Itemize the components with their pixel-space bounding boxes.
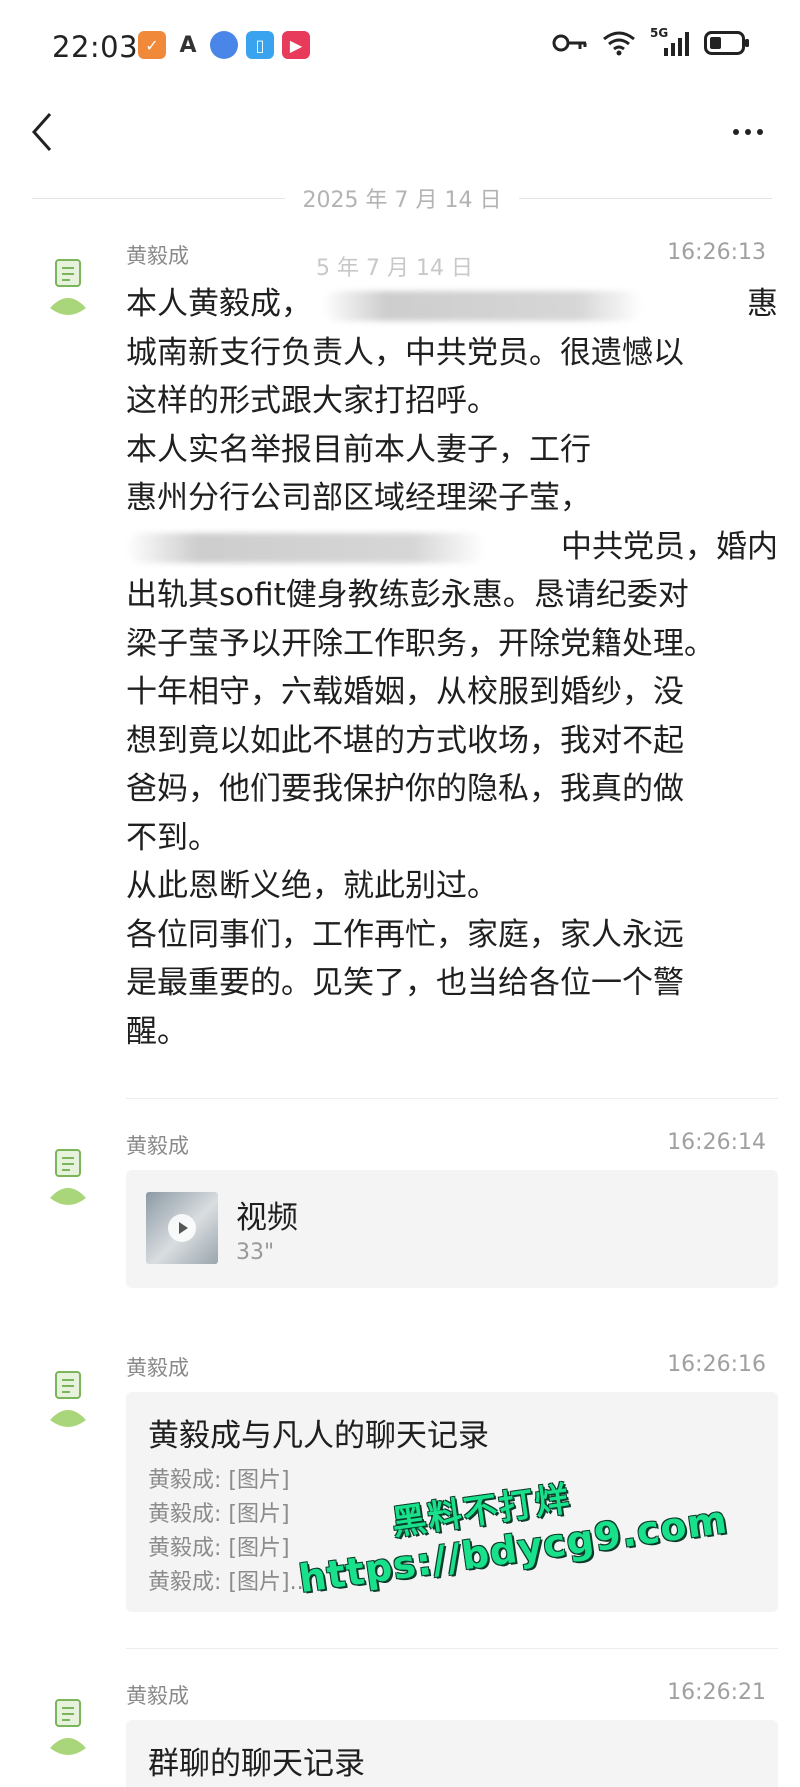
avatar[interactable] — [48, 1698, 88, 1768]
dot-icon — [733, 129, 739, 135]
chat-record-line: 黄毅成: [图片]... — [148, 1570, 311, 1595]
chat-record-title: 黄毅成与凡人的聊天记录 — [148, 1418, 489, 1454]
chevron-left-icon — [31, 113, 52, 151]
sender-name: 黄毅成 — [126, 1684, 189, 1708]
chat-record-card[interactable]: 群聊的聊天记录 — [126, 1720, 778, 1787]
date-label: 2025 年 7 月 14 日 — [302, 188, 502, 213]
message-line: 十年相守，六载婚姻，从校服到婚纱，没 — [126, 674, 684, 710]
back-button[interactable] — [22, 104, 66, 160]
play-icon — [168, 1214, 196, 1242]
message-time: 16:26:16 — [667, 1352, 766, 1377]
message-line: 这样的形式跟大家打招呼。 — [126, 383, 498, 419]
message-line: 从此恩断义绝，就此别过。 — [126, 868, 498, 904]
status-bar: 22:03 ✓ A ▯ ▶ 5G — [0, 0, 800, 92]
message-item: 黄毅成 16:26:14 视频 33" — [0, 1130, 800, 1300]
redaction-blur — [322, 290, 642, 321]
dot-icon — [757, 129, 763, 135]
message-line: 醒。 — [126, 1013, 188, 1050]
message-line: 惠 — [747, 286, 778, 322]
book-app-icon: ▯ — [246, 31, 274, 59]
message-item: 黄毅成 16:26:21 群聊的聊天记录 — [0, 1680, 800, 1787]
chat-record-line: 黄毅成: [图片] — [148, 1536, 290, 1561]
message-time: 16:26:14 — [667, 1130, 766, 1155]
signal-icon: 5G — [650, 26, 690, 58]
message-line: 本人实名举报目前本人妻子，工行 — [126, 431, 591, 468]
system-icons: 5G — [552, 26, 750, 58]
sender-name: 黄毅成 — [126, 244, 189, 268]
video-title: 视频 — [236, 1200, 298, 1236]
message-divider — [126, 1098, 778, 1099]
status-time: 22:03 — [52, 30, 139, 64]
avatar[interactable] — [48, 258, 88, 328]
message-item: 黄毅成 16:26:13 5 年 7 月 14 日 本人黄毅成， 惠 城南新支行负… — [0, 240, 800, 1070]
ghost-date-text: 5 年 7 月 14 日 — [316, 256, 473, 281]
chat-record-line: 黄毅成: [图片] — [148, 1468, 290, 1493]
divider — [32, 197, 285, 199]
avatar[interactable] — [48, 1148, 88, 1218]
message-line: 不到。 — [126, 819, 219, 856]
message-line: 各位同事们，工作再忙，家庭，家人永远 — [126, 916, 684, 953]
video-app-icon: ▶ — [282, 31, 310, 59]
sender-name: 黄毅成 — [126, 1356, 189, 1380]
message-text[interactable]: 本人黄毅成，惠 城南新支行负责人，中共党员。很遗憾以 这样的形式跟大家打招呼。 … — [126, 280, 778, 1056]
more-options-button[interactable] — [724, 112, 772, 152]
redaction-blur — [126, 533, 486, 563]
chat-record-line: 黄毅成: [图片] — [148, 1502, 290, 1527]
message-line: 城南新支行负责人，中共党员。很遗憾以 — [126, 334, 684, 371]
nav-bar — [0, 92, 800, 172]
a-app-icon: A — [174, 31, 202, 59]
message-line: 中共党员，婚内 — [561, 528, 778, 565]
message-line: 出轨其sofit健身教练彭永惠。恳请纪委对 — [126, 577, 689, 613]
video-card[interactable]: 视频 33" — [126, 1170, 778, 1288]
chat-record-title: 群聊的聊天记录 — [148, 1746, 365, 1782]
message-line: 梁子莹予以开除工作职务，开除党籍处理。 — [126, 625, 715, 662]
message-line: 惠州分行公司部区域经理梁子莹， — [126, 480, 591, 516]
date-separator: 2025 年 7 月 14 日 — [32, 178, 773, 218]
video-thumbnail — [146, 1192, 218, 1264]
message-line: 是最重要的。见笑了，也当给各位一个警 — [126, 965, 684, 1001]
avatar[interactable] — [48, 1370, 88, 1440]
message-time: 16:26:21 — [667, 1680, 766, 1705]
message-line: 想到竟以如此不堪的方式收场，我对不起 — [126, 722, 684, 759]
divider — [519, 197, 773, 199]
key-icon — [552, 34, 587, 52]
dot-icon — [745, 129, 751, 135]
message-line: 爸妈，他们要我保护你的隐私，我真的做 — [126, 771, 684, 807]
browser-app-icon — [210, 31, 238, 59]
battery-icon — [704, 31, 749, 55]
message-time: 16:26:13 — [667, 240, 766, 265]
wifi-icon — [603, 31, 635, 56]
notification-app-icons: ✓ A ▯ ▶ — [138, 31, 310, 59]
sender-name: 黄毅成 — [126, 1134, 189, 1158]
video-duration: 33" — [236, 1240, 275, 1265]
message-line: 本人黄毅成， — [126, 286, 312, 322]
shield-app-icon: ✓ — [138, 31, 166, 59]
